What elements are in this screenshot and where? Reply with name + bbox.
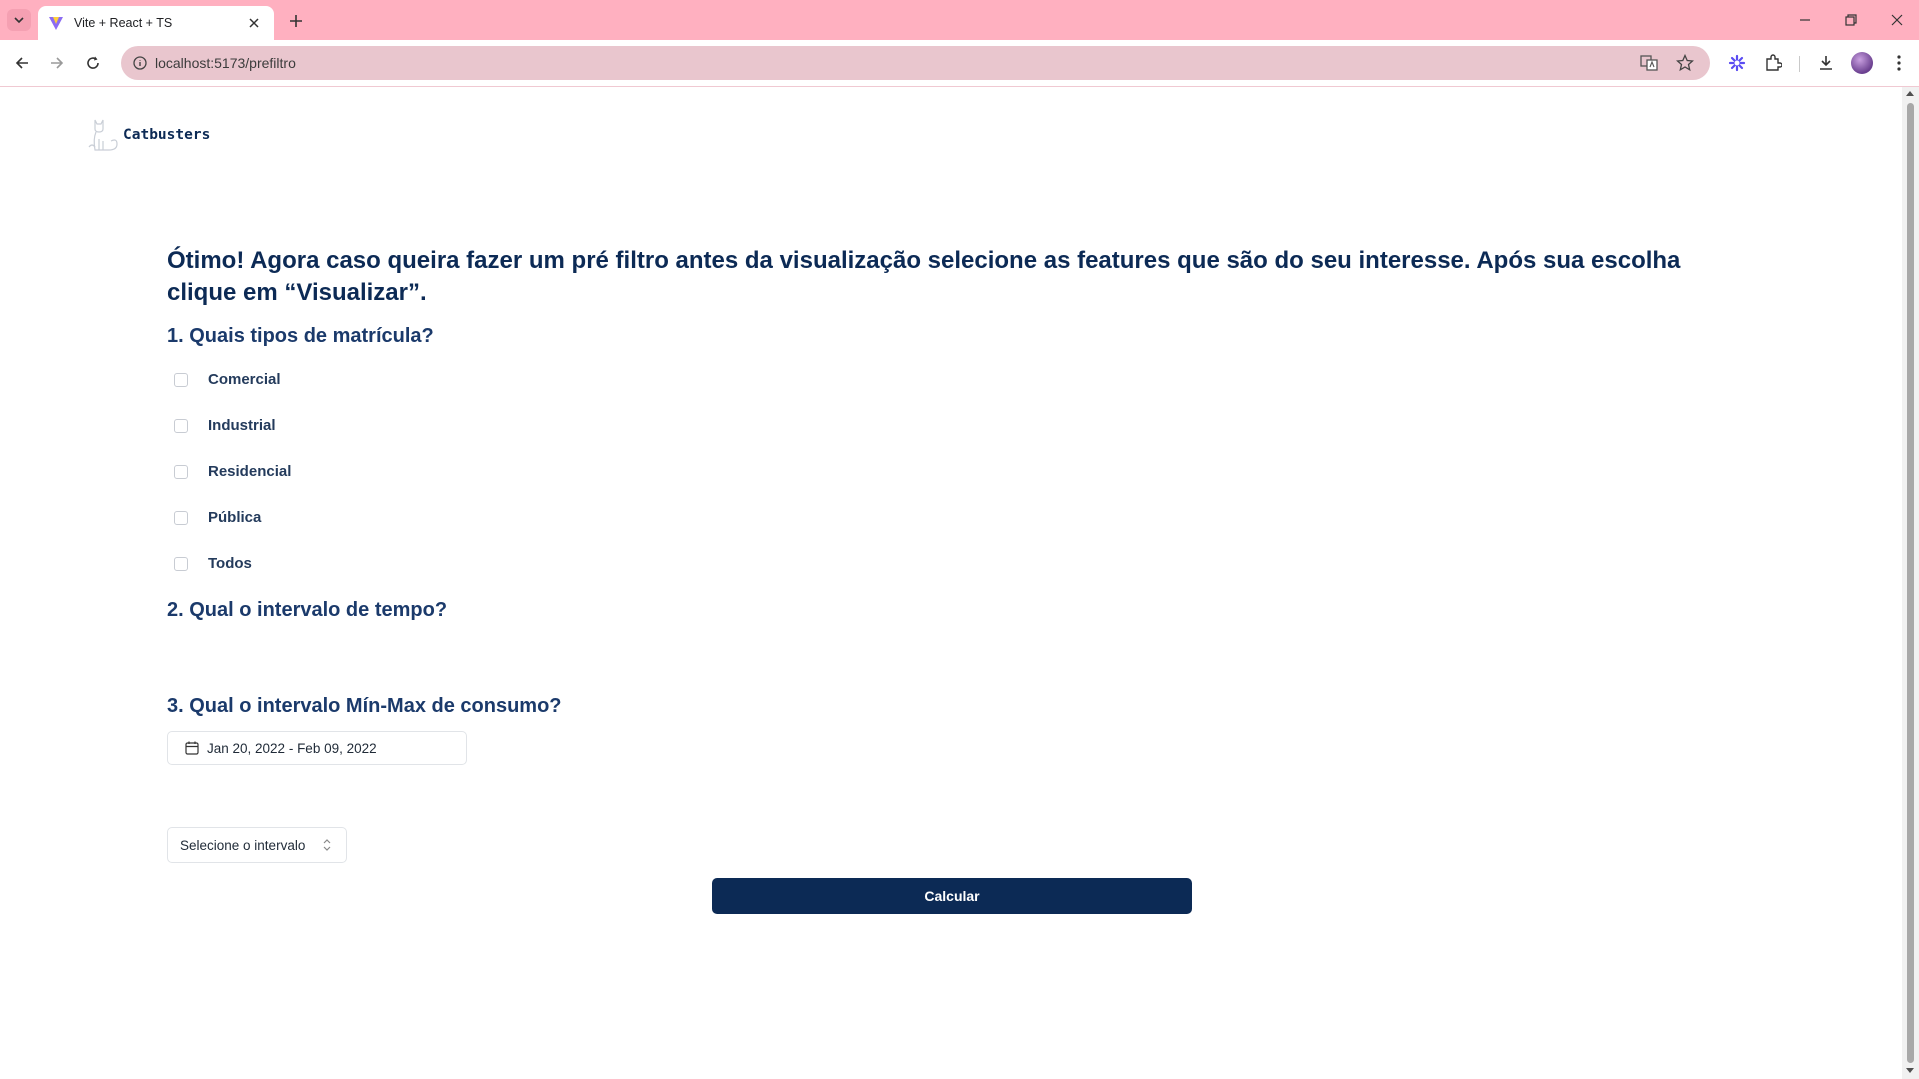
page-title: Ótimo! Agora caso queira fazer um pré fi…: [167, 247, 1681, 306]
address-bar[interactable]: localhost:5173/prefiltro: [121, 46, 1710, 80]
brand[interactable]: Catbusters: [87, 117, 210, 153]
calendar-icon: [184, 740, 200, 756]
option-label: Industrial: [208, 417, 276, 434]
checkbox[interactable]: [174, 464, 188, 479]
back-button[interactable]: [10, 51, 34, 75]
new-tab-button[interactable]: [284, 9, 308, 33]
vite-favicon: [48, 15, 64, 31]
puzzle-icon[interactable]: [1761, 51, 1785, 75]
question-registration-types: 1. Quais tipos de matrícula?: [167, 325, 434, 347]
back-icon: [15, 57, 28, 69]
extension-flower-icon[interactable]: [1725, 51, 1749, 75]
question-consumption-range: 3. Qual o intervalo Mín-Max de consumo?: [167, 695, 562, 717]
scroll-down-arrow[interactable]: [1906, 1068, 1914, 1073]
profile-avatar[interactable]: [1851, 52, 1873, 74]
menu-dots-icon[interactable]: [1887, 51, 1911, 75]
tab-list-button[interactable]: [7, 9, 31, 31]
page-viewport: Catbusters Ótimo! Agora caso queira faze…: [0, 87, 1902, 1079]
option-industrial[interactable]: Industrial: [174, 417, 276, 434]
minimize-icon: [1800, 19, 1810, 21]
option-residencial[interactable]: Residencial: [174, 463, 291, 480]
option-todos[interactable]: Todos: [174, 555, 252, 572]
calculate-button[interactable]: Calcular: [712, 878, 1192, 914]
translate-icon[interactable]: [1638, 52, 1660, 74]
option-comercial[interactable]: Comercial: [174, 371, 281, 388]
star-icon[interactable]: [1674, 52, 1696, 74]
checkbox[interactable]: [174, 372, 188, 387]
consumption-range-select[interactable]: Selecione o intervalo: [167, 827, 347, 863]
option-label: Residencial: [208, 463, 292, 480]
chevron-updown-icon: [322, 838, 332, 852]
option-publica[interactable]: Pública: [174, 509, 261, 526]
restore-icon: [1845, 14, 1857, 26]
cat-logo-icon: [87, 117, 121, 153]
page-scrollbar[interactable]: [1902, 87, 1919, 1079]
date-range-value: Jan 20, 2022 - Feb 09, 2022: [207, 740, 377, 756]
brand-name: Catbusters: [123, 127, 211, 143]
tab-title: Vite + React + TS: [74, 16, 173, 30]
restore-button[interactable]: [1839, 8, 1863, 32]
scroll-thumb[interactable]: [1907, 103, 1914, 1063]
minimize-button[interactable]: [1793, 8, 1817, 32]
checkbox[interactable]: [174, 556, 188, 571]
url-text[interactable]: localhost:5173/prefiltro: [155, 55, 1638, 71]
browser-toolbar: localhost:5173/prefiltro: [0, 40, 1919, 87]
window-close-button[interactable]: [1885, 8, 1909, 32]
site-info-icon[interactable]: [131, 54, 149, 72]
reload-icon: [87, 56, 99, 69]
browser-tab-active[interactable]: Vite + React + TS: [38, 6, 274, 40]
date-range-picker[interactable]: Jan 20, 2022 - Feb 09, 2022: [167, 731, 467, 765]
select-placeholder: Selecione o intervalo: [180, 837, 306, 853]
checkbox[interactable]: [174, 510, 188, 525]
reload-button[interactable]: [81, 51, 105, 75]
option-label: Comercial: [208, 371, 281, 388]
option-label: Todos: [208, 555, 252, 572]
window-close-icon: [1891, 14, 1903, 26]
plus-icon: [290, 15, 302, 27]
checkbox[interactable]: [174, 418, 188, 433]
browser-tabbar: Vite + React + TS: [0, 0, 1919, 40]
forward-button[interactable]: [45, 51, 69, 75]
download-icon[interactable]: [1814, 51, 1838, 75]
prefilter-form: Ótimo! Agora caso queira fazer um pré fi…: [167, 245, 1727, 914]
option-label: Pública: [208, 509, 262, 526]
question-time-range: 2. Qual o intervalo de tempo?: [167, 599, 448, 621]
forward-icon: [51, 57, 64, 69]
toolbar-divider: [1799, 56, 1800, 72]
tab-list-icon: [14, 17, 24, 24]
close-icon[interactable]: [246, 15, 262, 31]
scroll-up-arrow[interactable]: [1906, 91, 1914, 96]
